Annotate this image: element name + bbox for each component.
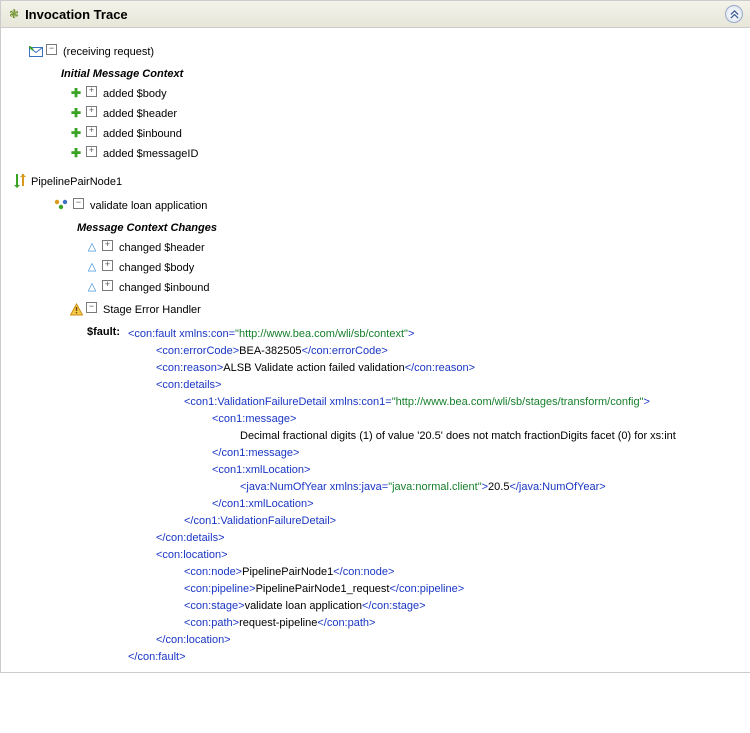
error-handler-label: Stage Error Handler [103, 302, 201, 318]
initial-context-heading: Initial Message Context [13, 62, 739, 84]
changes-heading: Message Context Changes [13, 216, 739, 238]
fault-block: $fault: <con:fault xmlns:con="http://www… [13, 320, 739, 666]
panel-title: Invocation Trace [25, 7, 725, 22]
plus-icon: ✚ [69, 126, 83, 140]
envelope-icon [29, 44, 43, 58]
collapse-toggle[interactable]: − [86, 302, 97, 313]
changed-item[interactable]: △ + changed $header [13, 238, 739, 258]
changed-item[interactable]: △ + changed $body [13, 258, 739, 278]
collapse-button[interactable] [725, 5, 743, 23]
delta-icon: △ [85, 240, 99, 254]
error-handler-node[interactable]: − Stage Error Handler [13, 298, 739, 320]
collapse-toggle[interactable]: − [46, 44, 57, 55]
plus-icon: ✚ [69, 86, 83, 100]
item-label: changed $inbound [119, 280, 210, 296]
gear-icon: ❃ [9, 7, 19, 21]
item-label: added $header [103, 106, 177, 122]
expand-toggle[interactable]: + [86, 146, 97, 157]
added-item[interactable]: ✚ + added $inbound [13, 124, 739, 144]
pipeline-label: PipelinePairNode1 [31, 174, 122, 190]
fault-label: $fault: [69, 326, 128, 666]
expand-toggle[interactable]: + [86, 86, 97, 97]
root-label: (receiving request) [63, 44, 154, 60]
stage-icon [53, 198, 69, 210]
added-item[interactable]: ✚ + added $body [13, 84, 739, 104]
expand-toggle[interactable]: + [86, 106, 97, 117]
item-label: changed $header [119, 240, 205, 256]
panel-titlebar: ❃ Invocation Trace [1, 1, 750, 28]
root-node[interactable]: − (receiving request) [13, 42, 739, 62]
item-label: added $messageID [103, 146, 198, 162]
expand-toggle[interactable]: + [102, 280, 113, 291]
chevron-up-double-icon [730, 10, 739, 19]
delta-icon: △ [85, 260, 99, 274]
plus-icon: ✚ [69, 146, 83, 160]
expand-toggle[interactable]: + [102, 260, 113, 271]
pipeline-icon [13, 174, 27, 188]
stage-label: validate loan application [90, 198, 207, 214]
added-item[interactable]: ✚ + added $messageID [13, 144, 739, 164]
stage-node[interactable]: − validate loan application [13, 192, 739, 216]
expand-toggle[interactable]: + [102, 240, 113, 251]
changed-item[interactable]: △ + changed $inbound [13, 278, 739, 298]
fault-xml: <con:fault xmlns:con="http://www.bea.com… [128, 326, 676, 666]
item-label: added $body [103, 86, 167, 102]
collapse-toggle[interactable]: − [73, 198, 84, 209]
warning-icon [69, 302, 83, 316]
pipeline-node[interactable]: PipelinePairNode1 [13, 164, 739, 192]
item-label: added $inbound [103, 126, 182, 142]
delta-icon: △ [85, 280, 99, 294]
expand-toggle[interactable]: + [86, 126, 97, 137]
item-label: changed $body [119, 260, 194, 276]
invocation-trace-panel: ❃ Invocation Trace − (receiving request)… [0, 0, 750, 673]
plus-icon: ✚ [69, 106, 83, 120]
added-item[interactable]: ✚ + added $header [13, 104, 739, 124]
